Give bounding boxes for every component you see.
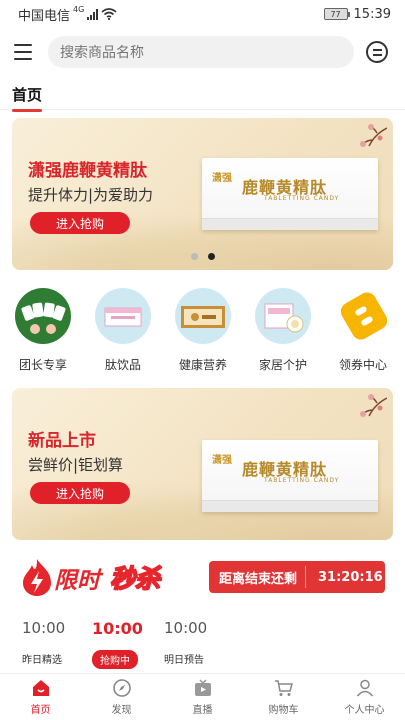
nav-label: 个人中心 xyxy=(344,705,385,716)
nav-label: 发现 xyxy=(111,705,132,716)
time-slot-tomorrow[interactable]: 10:00 明日预告 xyxy=(164,619,234,666)
banner-subtitle: 尝鲜价|钜划算 xyxy=(28,456,124,474)
flash-sale-section: 限时 秒杀 距离结束还剩 31:20:16 10:00 昨日精选 10:00 抢… xyxy=(12,545,393,671)
banner-title: 潇强鹿鞭黄精肽 xyxy=(28,161,147,181)
carousel-dot-active[interactable] xyxy=(207,253,215,260)
new-arrival-banner[interactable]: 新品上市 尝鲜价|钜划算 进入抢购 潇强 鹿鞭黄精肽 TABLETTING CA… xyxy=(12,388,393,540)
product-sub-text: TABLETTING CANDY xyxy=(264,477,340,484)
health-nutrition-icon xyxy=(175,288,231,344)
user-icon xyxy=(356,679,373,697)
banner-subtitle: 提升体力|为爱助力 xyxy=(28,186,154,204)
flash-logo-text-b: 秒杀 xyxy=(109,563,161,594)
category-item-leader[interactable]: 团长专享 xyxy=(6,288,80,373)
wifi-icon xyxy=(101,8,117,20)
slot-tag: 明日预告 xyxy=(164,655,204,666)
nav-discover[interactable]: 发现 xyxy=(81,674,162,720)
tv-icon xyxy=(194,679,211,696)
tab-home[interactable]: 首页 xyxy=(12,84,43,112)
product-logo-text: 潇强 xyxy=(212,455,232,466)
banner-title: 新品上市 xyxy=(28,431,96,451)
category-grid: 团长专享 肽饮品 健康营养 家居个护 领券中心 xyxy=(0,288,405,384)
tab-bar: 首页 xyxy=(0,82,405,112)
plum-blossom-decoration xyxy=(360,394,387,417)
category-label: 团长专享 xyxy=(18,358,67,372)
nav-label: 购物车 xyxy=(268,705,299,716)
peptide-drink-icon xyxy=(95,288,151,344)
search-input[interactable] xyxy=(48,36,354,68)
countdown-label: 距离结束还剩 xyxy=(219,571,298,587)
flame-icon xyxy=(23,559,51,596)
countdown-time: 31:20:16 xyxy=(318,569,383,585)
time-slot-current[interactable]: 10:00 抢购中 xyxy=(92,619,162,669)
coupon-icon xyxy=(335,288,391,344)
slot-tag: 抢购中 xyxy=(92,650,138,669)
status-bar: 中国电信 4G 77 15:39 xyxy=(0,0,405,28)
top-header xyxy=(0,30,405,74)
nav-label: 首页 xyxy=(30,705,51,716)
time-slot-yesterday[interactable]: 10:00 昨日精选 xyxy=(22,619,92,666)
clock: 15:39 xyxy=(353,6,391,22)
slot-time: 10:00 xyxy=(164,619,208,637)
carrier-name: 中国电信 xyxy=(18,8,71,24)
category-label: 领券中心 xyxy=(338,358,387,372)
product-logo-text: 潇强 xyxy=(212,173,232,184)
leader-icon xyxy=(15,288,71,344)
flash-logo-text-a: 限时 xyxy=(54,568,100,594)
category-label: 肽饮品 xyxy=(104,358,141,372)
banner-cta-button[interactable]: 进入抢购 xyxy=(30,482,130,504)
countdown-timer: 距离结束还剩 31:20:16 xyxy=(209,561,385,593)
slot-tag: 昨日精选 xyxy=(22,655,62,666)
signal-icon xyxy=(87,8,99,20)
menu-icon[interactable] xyxy=(14,41,36,63)
nav-live[interactable]: 直播 xyxy=(162,674,243,720)
nav-profile[interactable]: 个人中心 xyxy=(324,674,405,720)
home-icon xyxy=(32,680,49,696)
slot-time: 10:00 xyxy=(92,619,143,638)
nav-cart[interactable]: 购物车 xyxy=(243,674,324,720)
category-label: 健康营养 xyxy=(178,358,227,372)
promo-banner-carousel[interactable]: 潇强鹿鞭黄精肽 提升体力|为爱助力 进入抢购 潇强 鹿鞭黄精肽 TABLETTI… xyxy=(12,118,393,270)
product-sub-text: TABLETTING CANDY xyxy=(264,195,340,202)
message-icon[interactable] xyxy=(366,41,388,63)
compass-icon xyxy=(112,679,131,697)
cart-icon xyxy=(274,680,293,696)
slot-time: 10:00 xyxy=(22,619,66,637)
nav-home[interactable]: 首页 xyxy=(0,674,81,720)
category-item-peptide-drink[interactable]: 肽饮品 xyxy=(86,288,160,373)
category-item-health-nutrition[interactable]: 健康营养 xyxy=(166,288,240,373)
banner-cta-button[interactable]: 进入抢购 xyxy=(30,212,130,234)
carrier-info: 中国电信 4G xyxy=(18,5,117,24)
category-label: 家居个护 xyxy=(258,358,307,372)
category-item-home-care[interactable]: 家居个护 xyxy=(246,288,320,373)
battery-level: 77 xyxy=(330,9,341,19)
category-item-coupons[interactable]: 领券中心 xyxy=(326,288,400,373)
home-care-icon xyxy=(255,288,311,344)
carousel-dots xyxy=(12,253,393,260)
product-box-image: 潇强 鹿鞭黄精肽 TABLETTING CANDY xyxy=(202,158,378,230)
product-box-image: 潇强 鹿鞭黄精肽 TABLETTING CANDY xyxy=(202,440,378,512)
flash-sale-logo: 限时 秒杀 xyxy=(20,551,190,599)
nav-label: 直播 xyxy=(192,705,213,716)
network-type: 4G xyxy=(73,4,85,14)
bottom-nav: 首页 发现 直播 购物车 个人中心 xyxy=(0,673,405,720)
carousel-dot[interactable] xyxy=(190,253,198,260)
battery-icon: 77 xyxy=(323,8,350,20)
